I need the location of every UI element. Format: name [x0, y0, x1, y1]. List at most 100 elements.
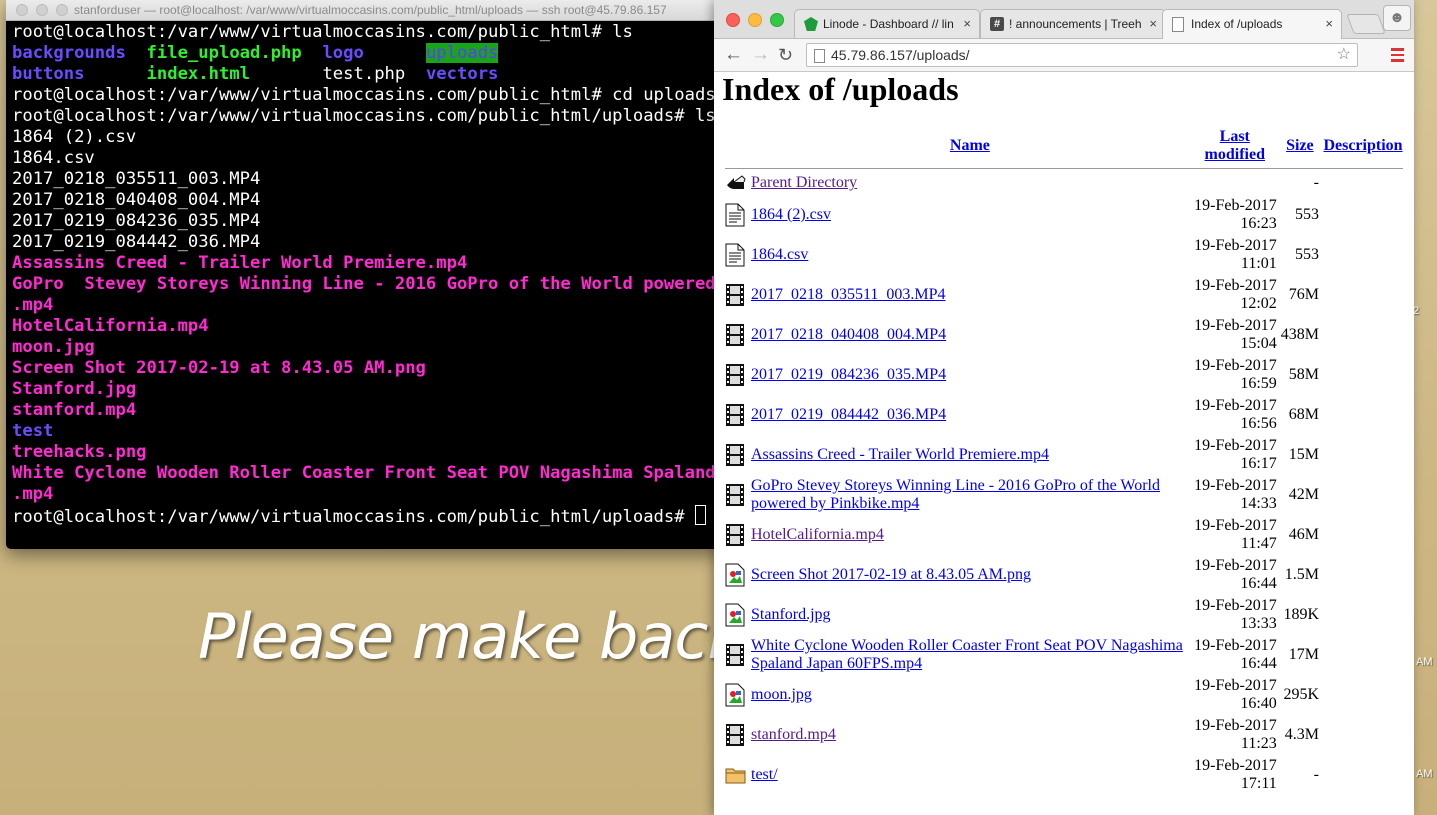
sort-by-last-modified-link[interactable]: Last modified [1205, 128, 1265, 163]
modified-date: 19-Feb-2017 [1194, 637, 1277, 654]
file-size: 76M [1288, 286, 1319, 303]
file-link[interactable]: GoPro Stevey Storeys Winning Line - 2016… [751, 477, 1160, 512]
chrome-menu-icon[interactable] [1391, 48, 1404, 65]
file-link[interactable]: Screen Shot 2017-02-19 at 8.43.05 AM.png [751, 566, 1031, 583]
minimize-window-button[interactable] [36, 4, 48, 16]
file-link[interactable]: White Cyclone Wooden Roller Coaster Fron… [751, 637, 1183, 672]
last-modified-cell: 19-Feb-2017 13:33 [1192, 596, 1278, 634]
tab-linode[interactable]: Linode - Dashboard // lin × [794, 9, 980, 38]
reload-icon[interactable]: ↻ [778, 44, 793, 66]
tab-announcements[interactable]: # ! announcements | Treeh × [980, 9, 1166, 38]
terminal-line: HotelCalifornia.mp4 [12, 316, 209, 336]
modified-time: 16:44 [1240, 575, 1277, 592]
modified-date: 19-Feb-2017 [1194, 357, 1277, 374]
page-info-icon[interactable] [814, 49, 825, 63]
modified-time: 16:17 [1240, 455, 1277, 472]
description-cell [1322, 756, 1404, 794]
last-modified-cell: 19-Feb-2017 12:02 [1192, 276, 1278, 314]
forward-arrow-icon[interactable]: → [751, 44, 770, 66]
modified-time: 11:47 [1240, 535, 1277, 552]
browser-window[interactable]: Linode - Dashboard // lin × # ! announce… [714, 0, 1414, 815]
table-row: White Cyclone Wooden Roller Coaster Fron… [724, 636, 1404, 674]
modified-date: 19-Feb-2017 [1194, 397, 1277, 414]
sort-by-size-link[interactable]: Size [1286, 137, 1314, 154]
back-arrow-icon[interactable]: ← [724, 44, 743, 66]
modified-date: 19-Feb-2017 [1194, 237, 1277, 254]
sort-by-name-link[interactable]: Name [950, 137, 990, 154]
slack-favicon-icon: # [990, 17, 1004, 31]
description-cell [1322, 316, 1404, 354]
file-size: 46M [1288, 526, 1319, 543]
video-file-icon [724, 436, 748, 474]
terminal-output[interactable]: root@localhost:/var/www/virtualmoccasins… [6, 21, 724, 529]
browser-toolbar: ← → ↻ 45.79.86.157/uploads/ ☆ [714, 39, 1414, 72]
image-file-icon [724, 676, 748, 714]
bookmark-star-icon[interactable]: ☆ [1337, 44, 1351, 66]
table-row: test/19-Feb-2017 17:11 - [724, 756, 1404, 794]
last-modified-cell: 19-Feb-2017 16:23 [1192, 196, 1278, 234]
file-link[interactable]: stanford.mp4 [751, 726, 836, 743]
video-file-icon [724, 316, 748, 354]
terminal-prompt-line: root@localhost:/var/www/virtualmoccasins… [12, 505, 718, 528]
terminal-line: root@localhost:/var/www/virtualmoccasins… [12, 22, 633, 42]
page-title: Index of /uploads [722, 71, 959, 107]
last-modified-cell: 19-Feb-2017 17:11 [1192, 756, 1278, 794]
file-link[interactable]: Stanford.jpg [751, 606, 831, 623]
new-tab-button[interactable] [1346, 14, 1386, 34]
file-link[interactable]: Assassins Creed - Trailer World Premiere… [751, 446, 1049, 463]
description-cell [1322, 276, 1404, 314]
terminal-line: treehacks.png [12, 442, 147, 462]
file-link[interactable]: 2017_0219_084236_035.MP4 [751, 366, 946, 383]
file-size: 1.5M [1284, 566, 1319, 583]
terminal-titlebar[interactable]: stanforduser — root@localhost: /var/www/… [6, 0, 724, 21]
modified-time: 16:56 [1240, 415, 1277, 432]
ls-entry-exec: file_upload.php [146, 43, 302, 63]
terminal-line: 2017_0219_084442_036.MP4 [12, 232, 261, 252]
terminal-window[interactable]: stanforduser — root@localhost: /var/www/… [6, 0, 724, 549]
close-tab-icon[interactable]: × [963, 10, 971, 38]
file-size: - [1313, 174, 1319, 191]
file-size: 58M [1288, 366, 1319, 383]
file-link[interactable]: moon.jpg [751, 686, 812, 703]
zoom-window-button[interactable] [56, 4, 68, 16]
modified-time: 11:23 [1240, 735, 1277, 752]
ls-entry-file: test.php [322, 64, 406, 84]
file-link[interactable]: 2017_0219_084442_036.MP4 [751, 406, 946, 423]
modified-date: 19-Feb-2017 [1194, 677, 1277, 694]
ls-entry-dir: backgrounds [12, 43, 126, 63]
file-link[interactable]: 1864.csv [751, 246, 808, 263]
tab-index-uploads[interactable]: Index of /uploads × [1162, 9, 1342, 39]
file-link[interactable]: HotelCalifornia.mp4 [751, 526, 884, 543]
modified-date: 19-Feb-2017 [1194, 317, 1277, 334]
close-tab-icon[interactable]: × [1149, 10, 1157, 38]
modified-time: 11:01 [1240, 255, 1277, 272]
parent-directory-link[interactable]: Parent Directory [751, 174, 857, 191]
zoom-window-button[interactable] [770, 13, 784, 27]
table-row: 2017_0218_040408_004.MP4 19-Feb-2017 15:04… [724, 316, 1404, 354]
profile-icon[interactable]: ☻ [1383, 5, 1411, 31]
file-size: 438M [1280, 326, 1319, 343]
close-tab-icon[interactable]: × [1325, 10, 1333, 38]
terminal-line: test [12, 421, 54, 441]
terminal-line: GoPro Stevey Storeys Winning Line - 2016… [12, 274, 724, 294]
close-window-button[interactable] [726, 13, 740, 27]
modified-date: 19-Feb-2017 [1194, 517, 1277, 534]
file-link[interactable]: test/ [751, 766, 778, 783]
video-file-icon [724, 356, 748, 394]
last-modified-cell: 19-Feb-2017 11:01 [1192, 236, 1278, 274]
sort-by-description-link[interactable]: Description [1323, 137, 1402, 154]
url-text: 45.79.86.157/uploads/ [831, 47, 970, 63]
close-window-button[interactable] [16, 4, 28, 16]
linode-favicon-icon [804, 17, 818, 31]
text-file-icon [724, 236, 748, 274]
video-file-icon [724, 516, 748, 554]
folder-icon [724, 756, 748, 794]
last-modified-cell: 19-Feb-2017 16:17 [1192, 436, 1278, 474]
file-link[interactable]: 1864 (2).csv [751, 206, 831, 223]
file-link[interactable]: 2017_0218_035511_003.MP4 [751, 286, 946, 303]
last-modified-cell: 19-Feb-2017 16:59 [1192, 356, 1278, 394]
address-bar[interactable]: 45.79.86.157/uploads/ ☆ [806, 43, 1358, 67]
file-link[interactable]: 2017_0218_040408_004.MP4 [751, 326, 946, 343]
minimize-window-button[interactable] [748, 13, 762, 27]
table-row: 1864.csv 19-Feb-2017 11:01 553 [724, 236, 1404, 274]
